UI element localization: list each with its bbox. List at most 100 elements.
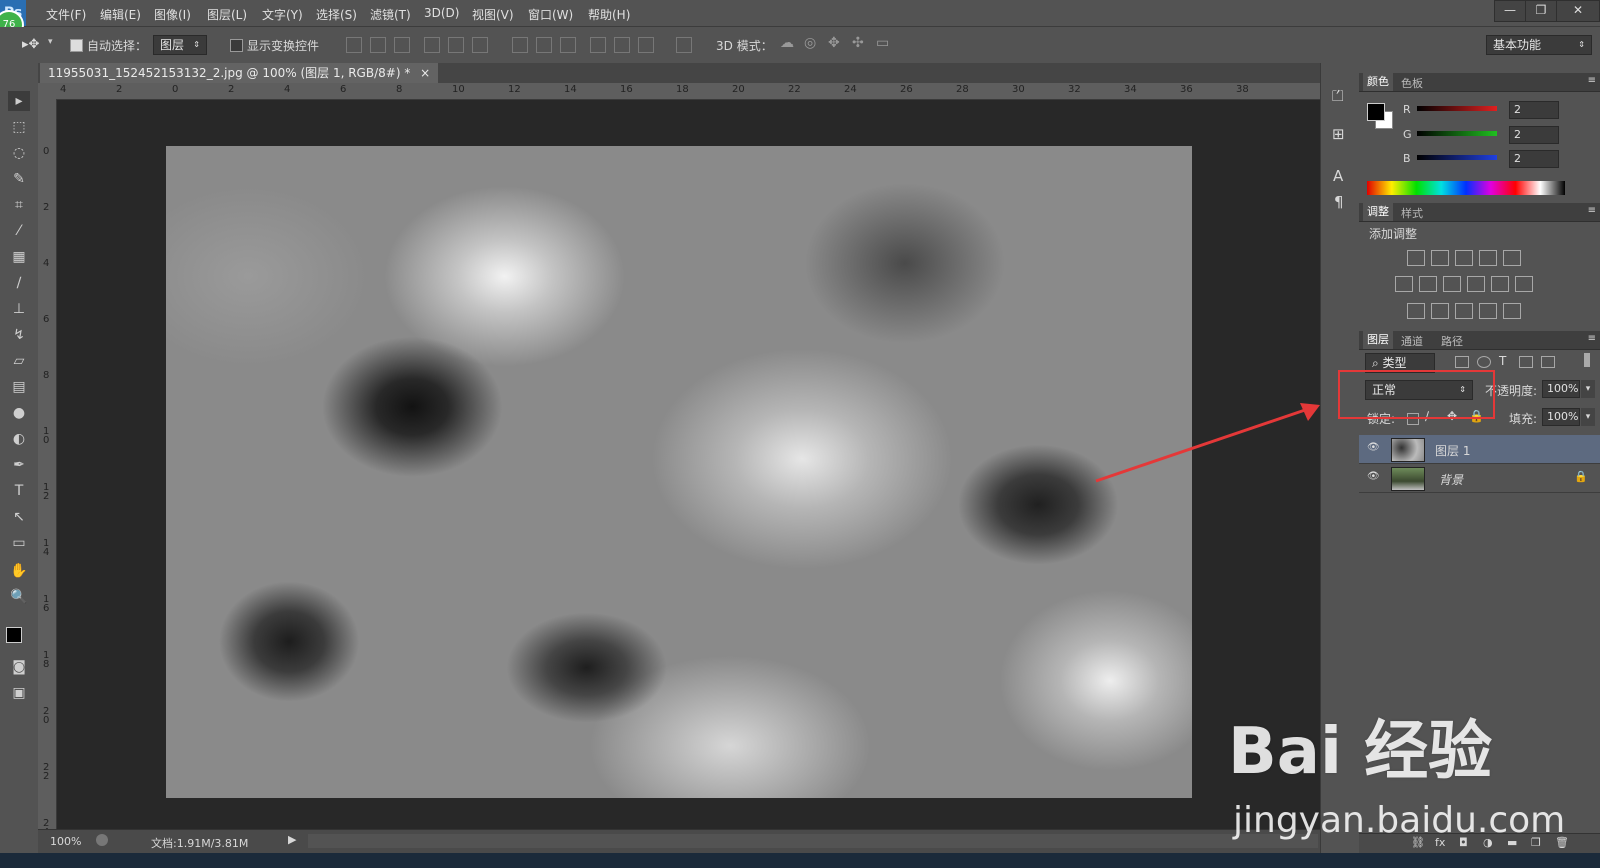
- filter-smart-icon[interactable]: [1541, 356, 1555, 368]
- quick-mask-icon[interactable]: ◙: [8, 657, 30, 677]
- clone-stamp-tool-icon[interactable]: ⊥: [8, 299, 30, 319]
- align-bottom-icon[interactable]: [394, 37, 410, 53]
- restore-button[interactable]: ❐: [1525, 0, 1557, 22]
- minimize-button[interactable]: —: [1494, 0, 1526, 22]
- vertical-ruler[interactable]: 024681012141618202224: [38, 99, 57, 829]
- distribute-left-icon[interactable]: [590, 37, 606, 53]
- black-white-icon[interactable]: [1443, 276, 1461, 292]
- chevron-down-icon[interactable]: ▾: [1581, 380, 1595, 398]
- healing-brush-tool-icon[interactable]: ▦: [8, 247, 30, 267]
- workspace-dropdown[interactable]: 基本功能 ⇕: [1486, 35, 1592, 55]
- share-icon[interactable]: [96, 834, 108, 846]
- zoom-level[interactable]: 100%: [50, 835, 81, 848]
- 3d-scale-icon[interactable]: ▭: [876, 35, 889, 51]
- align-right-icon[interactable]: [472, 37, 488, 53]
- rectangle-tool-icon[interactable]: ▭: [8, 533, 30, 553]
- tab-adjustments[interactable]: 调整: [1363, 203, 1393, 221]
- document-canvas[interactable]: [166, 146, 1192, 798]
- menu-filter[interactable]: 滤镜(T): [370, 6, 411, 23]
- history-brush-tool-icon[interactable]: ↯: [8, 325, 30, 345]
- type-tool-icon[interactable]: T: [8, 481, 30, 501]
- layer-row[interactable]: 👁 图层 1: [1359, 435, 1600, 464]
- panel-menu-icon[interactable]: ≡: [1588, 75, 1596, 86]
- channel-r-input[interactable]: 2: [1509, 101, 1559, 119]
- channel-b-input[interactable]: 2: [1509, 150, 1559, 168]
- align-vcenter-icon[interactable]: [370, 37, 386, 53]
- threshold-icon[interactable]: [1455, 303, 1473, 319]
- auto-select-target-dropdown[interactable]: 图层 ⇕: [153, 35, 207, 55]
- brightness-icon[interactable]: [1407, 250, 1425, 266]
- channel-r-slider[interactable]: [1417, 106, 1497, 111]
- tab-color[interactable]: 颜色: [1363, 73, 1393, 91]
- horizontal-scrollbar[interactable]: [308, 834, 1318, 848]
- fill-input[interactable]: 100%: [1542, 408, 1580, 426]
- photo-filter-icon[interactable]: [1467, 276, 1485, 292]
- channel-b-slider[interactable]: [1417, 155, 1497, 160]
- chevron-down-icon[interactable]: ▾: [1581, 408, 1595, 426]
- filter-type-icon[interactable]: T: [1499, 354, 1506, 368]
- invert-icon[interactable]: [1407, 303, 1425, 319]
- curves-icon[interactable]: [1455, 250, 1473, 266]
- quick-select-tool-icon[interactable]: ✎: [8, 169, 30, 189]
- eraser-tool-icon[interactable]: ▱: [8, 351, 30, 371]
- screen-mode-icon[interactable]: ▣: [8, 683, 30, 703]
- blur-tool-icon[interactable]: ●: [8, 403, 30, 423]
- filter-adjust-icon[interactable]: [1477, 356, 1491, 368]
- crop-tool-icon[interactable]: ⌗: [8, 195, 30, 215]
- foreground-color-swatch[interactable]: [1367, 103, 1385, 121]
- character-panel-icon[interactable]: A: [1333, 167, 1343, 185]
- menu-image[interactable]: 图像(I): [154, 6, 191, 23]
- eye-icon[interactable]: 👁: [1367, 443, 1380, 453]
- history-panel-icon[interactable]: ⏍: [1332, 87, 1343, 105]
- 3d-slide-icon[interactable]: ✣: [852, 35, 864, 51]
- vibrance-icon[interactable]: [1503, 250, 1521, 266]
- document-tab[interactable]: 11955031_152452153132_2.jpg @ 100% (图层 1…: [40, 63, 439, 83]
- menu-file[interactable]: 文件(F): [46, 6, 86, 23]
- hand-tool-icon[interactable]: ✋: [8, 561, 30, 581]
- exposure-icon[interactable]: [1479, 250, 1497, 266]
- tab-swatches[interactable]: 色板: [1401, 75, 1423, 91]
- distribute-right-icon[interactable]: [638, 37, 654, 53]
- pen-tool-icon[interactable]: ✒: [8, 455, 30, 475]
- align-hcenter-icon[interactable]: [448, 37, 464, 53]
- tab-channels[interactable]: 通道: [1401, 333, 1423, 349]
- auto-align-icon[interactable]: [676, 37, 692, 53]
- menu-edit[interactable]: 编辑(E): [100, 6, 141, 23]
- paragraph-panel-icon[interactable]: ¶: [1334, 193, 1344, 211]
- distribute-vcenter-icon[interactable]: [536, 37, 552, 53]
- distribute-top-icon[interactable]: [512, 37, 528, 53]
- move-tool-icon[interactable]: ▸✥: [22, 37, 39, 52]
- close-icon[interactable]: ×: [420, 66, 430, 80]
- gradient-map-icon[interactable]: [1503, 303, 1521, 319]
- distribute-hcenter-icon[interactable]: [614, 37, 630, 53]
- filter-shape-icon[interactable]: [1519, 356, 1533, 368]
- channel-g-slider[interactable]: [1417, 131, 1497, 136]
- filter-toggle[interactable]: [1584, 353, 1590, 367]
- color-balance-icon[interactable]: [1419, 276, 1437, 292]
- levels-icon[interactable]: [1431, 250, 1449, 266]
- distribute-bottom-icon[interactable]: [560, 37, 576, 53]
- menu-select[interactable]: 选择(S): [316, 6, 357, 23]
- posterize-icon[interactable]: [1431, 303, 1449, 319]
- opacity-input[interactable]: 100%: [1542, 380, 1580, 398]
- panel-menu-icon[interactable]: ≡: [1588, 333, 1596, 344]
- show-transform-checkbox[interactable]: [230, 39, 243, 52]
- selective-color-icon[interactable]: [1479, 303, 1497, 319]
- channel-mixer-icon[interactable]: [1491, 276, 1509, 292]
- auto-select-checkbox[interactable]: [70, 39, 83, 52]
- menu-help[interactable]: 帮助(H): [588, 6, 630, 23]
- tab-paths[interactable]: 路径: [1441, 333, 1463, 349]
- align-left-icon[interactable]: [424, 37, 440, 53]
- 3d-pan-icon[interactable]: ✥: [828, 35, 840, 51]
- menu-layer[interactable]: 图层(L): [207, 6, 247, 23]
- 3d-roll-icon[interactable]: ◎: [804, 35, 816, 51]
- tab-styles[interactable]: 样式: [1401, 205, 1423, 221]
- properties-panel-icon[interactable]: ⊞: [1332, 125, 1345, 143]
- zoom-tool-icon[interactable]: 🔍: [8, 587, 30, 607]
- play-arrow-icon[interactable]: ▶: [288, 833, 296, 846]
- 3d-rotate-icon[interactable]: ☁: [780, 35, 794, 51]
- marquee-tool-icon[interactable]: ⬚: [8, 117, 30, 137]
- menu-3d[interactable]: 3D(D): [424, 6, 459, 20]
- layer-row[interactable]: 👁 背景 🔒: [1359, 464, 1600, 493]
- menu-type[interactable]: 文字(Y): [262, 6, 303, 23]
